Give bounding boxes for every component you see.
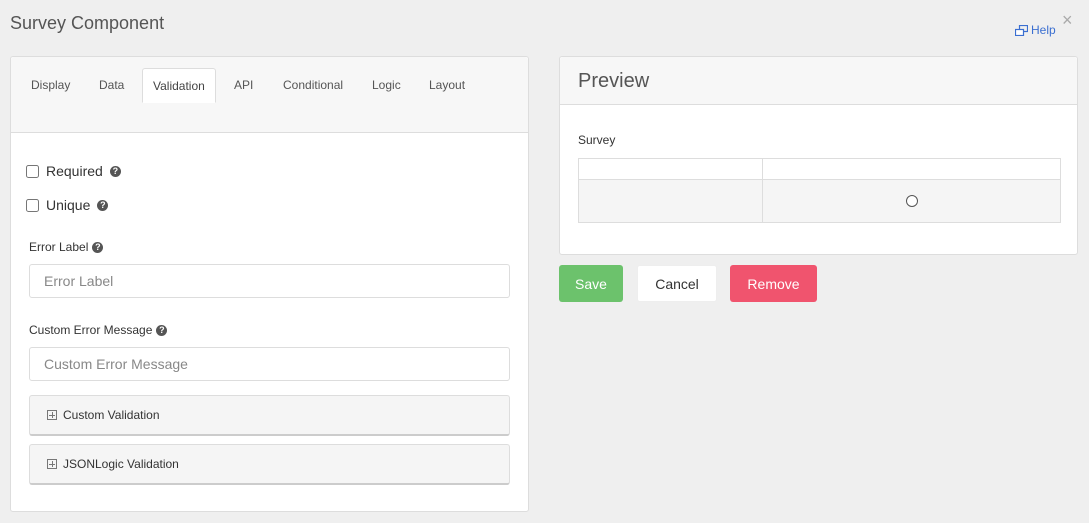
help-link[interactable]: Help [1015, 23, 1056, 37]
tab-validation[interactable]: Validation [142, 68, 216, 103]
tab-layout[interactable]: Layout [419, 68, 475, 103]
custom-validation-panel[interactable]: Custom Validation [29, 395, 510, 436]
survey-header-cell [578, 158, 763, 180]
plus-square-icon [47, 459, 57, 469]
tab-conditional[interactable]: Conditional [273, 68, 353, 103]
tab-logic[interactable]: Logic [362, 68, 411, 103]
unique-label: Unique [46, 197, 91, 213]
unique-checkbox[interactable] [26, 198, 39, 212]
preview-title: Preview [560, 57, 1077, 105]
error-label-input[interactable] [29, 264, 510, 298]
survey-label: Survey [578, 133, 616, 147]
survey-table [578, 158, 1061, 223]
required-checkbox[interactable] [26, 164, 39, 178]
dialog-title: Survey Component [10, 13, 165, 33]
tab-api[interactable]: API [224, 68, 263, 103]
external-link-icon [1015, 24, 1028, 36]
survey-header-row [578, 158, 1061, 180]
jsonlogic-validation-panel[interactable]: JSONLogic Validation [29, 444, 510, 485]
survey-answer-cell [762, 179, 1061, 223]
question-circle-icon: ? [109, 165, 121, 177]
remove-button[interactable]: Remove [730, 265, 817, 302]
preview-panel: Preview Survey [559, 56, 1078, 255]
component-settings-panel: Display Data Validation API Conditional … [10, 56, 529, 512]
unique-checkbox-row[interactable]: Unique ? [26, 197, 109, 213]
required-checkbox-row[interactable]: Required ? [26, 163, 121, 179]
cancel-button[interactable]: Cancel [637, 265, 717, 302]
error-label-label: Error Label ? [29, 240, 104, 254]
question-circle-icon: ? [92, 241, 104, 253]
jsonlogic-validation-label: JSONLogic Validation [63, 457, 179, 471]
question-circle-icon: ? [97, 199, 109, 211]
survey-question-cell [578, 179, 763, 223]
custom-validation-label: Custom Validation [63, 408, 160, 422]
help-label: Help [1031, 23, 1056, 37]
question-circle-icon: ? [156, 324, 168, 336]
tab-display[interactable]: Display [21, 68, 80, 103]
close-icon[interactable]: × [1062, 10, 1073, 30]
tab-data[interactable]: Data [89, 68, 134, 103]
settings-tabs: Display Data Validation API Conditional … [11, 57, 528, 133]
survey-header-cell [762, 158, 1061, 180]
custom-error-message-input[interactable] [29, 347, 510, 381]
plus-square-icon [47, 410, 57, 420]
custom-error-message-label: Custom Error Message ? [29, 323, 168, 337]
survey-question-row [578, 179, 1061, 223]
save-button[interactable]: Save [559, 265, 623, 302]
required-label: Required [46, 163, 103, 179]
radio-circle-icon[interactable] [905, 195, 918, 207]
